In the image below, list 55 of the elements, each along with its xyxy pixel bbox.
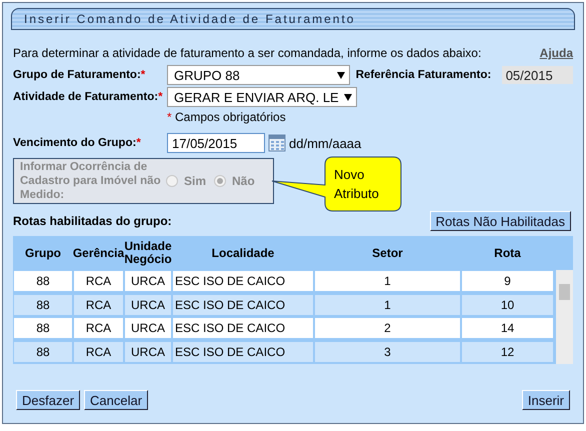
caret-icon <box>336 72 345 78</box>
field-label: Referência Faturamento: <box>356 69 492 81</box>
table-cell: ESC ISO DE CAICO <box>173 271 313 291</box>
help-link[interactable]: Ajuda <box>540 46 573 60</box>
window-title: Inserir Comando de Atividade de Faturamento <box>11 8 575 30</box>
column-header: Gerência <box>73 244 124 262</box>
table-cell: URCA <box>125 271 171 291</box>
radio-label: Não <box>232 174 255 188</box>
table-cell: 12 <box>462 342 553 362</box>
table-cell: RCA <box>74 294 123 314</box>
table-cell: 2 <box>315 318 460 338</box>
date-field[interactable]: 17/05/2015 <box>167 133 265 153</box>
table-cell: 88 <box>14 294 72 314</box>
table-cell: RCA <box>74 271 123 291</box>
table-cell: 88 <box>14 342 72 362</box>
table-cell: 10 <box>462 294 553 314</box>
radio-label: Sim <box>184 174 206 188</box>
table-cell: 1 <box>315 271 460 291</box>
table-cell: 9 <box>462 271 553 291</box>
routes-label: Rotas habilitadas do grupo: <box>13 214 172 228</box>
required-note: * Campos obrigatórios <box>167 110 286 124</box>
table-cell: ESC ISO DE CAICO <box>173 294 313 314</box>
table-cell: ESC ISO DE CAICO <box>173 342 313 362</box>
column-header: Rota <box>493 244 522 262</box>
table-cell: URCA <box>125 342 171 362</box>
table-cell: 88 <box>14 318 72 338</box>
action-button[interactable]: Desfazer <box>16 390 80 410</box>
activity-select[interactable]: GERAR E ENVIAR ARQ. LE <box>167 87 357 107</box>
column-header: Unidade Negócio <box>124 238 172 268</box>
action-button[interactable]: Inserir <box>522 390 570 410</box>
occurrence-label: Informar Ocorrência de Cadastro para Imóvel não Medido: <box>20 160 162 202</box>
callout-text: Novo Atributo <box>334 166 380 203</box>
action-button[interactable]: Cancelar <box>84 390 148 410</box>
field-label: Vencimento do Grupo:* <box>13 137 142 149</box>
table-cell: URCA <box>125 318 171 338</box>
caret-icon <box>344 94 352 100</box>
table-cell: 3 <box>315 342 460 362</box>
field-label: Atividade de Faturamento:* <box>13 91 164 103</box>
column-header: Setor <box>371 244 404 262</box>
table-cell: 88 <box>14 271 72 291</box>
field-label: Grupo de Faturamento:* <box>13 69 146 81</box>
intro-text: Para determinar a atividade de faturamento a ser comandada, informe os dados abaixo: <box>13 46 482 60</box>
table-cell: ESC ISO DE CAICO <box>173 318 313 338</box>
table-cell: RCA <box>74 342 123 362</box>
table-cell: RCA <box>74 318 123 338</box>
table-cell: URCA <box>125 294 171 314</box>
column-header: Localidade <box>210 244 276 262</box>
scrollbar[interactable] <box>556 270 573 364</box>
column-header: Grupo <box>24 244 62 262</box>
table-cell: 1 <box>315 294 460 314</box>
group-select[interactable]: GRUPO 88 <box>167 65 350 85</box>
table-cell: 14 <box>462 318 553 338</box>
reference-field: 05/2015 <box>502 66 573 84</box>
date-format: dd/mm/aaaa <box>289 136 362 150</box>
calendar-icon[interactable] <box>268 134 286 152</box>
